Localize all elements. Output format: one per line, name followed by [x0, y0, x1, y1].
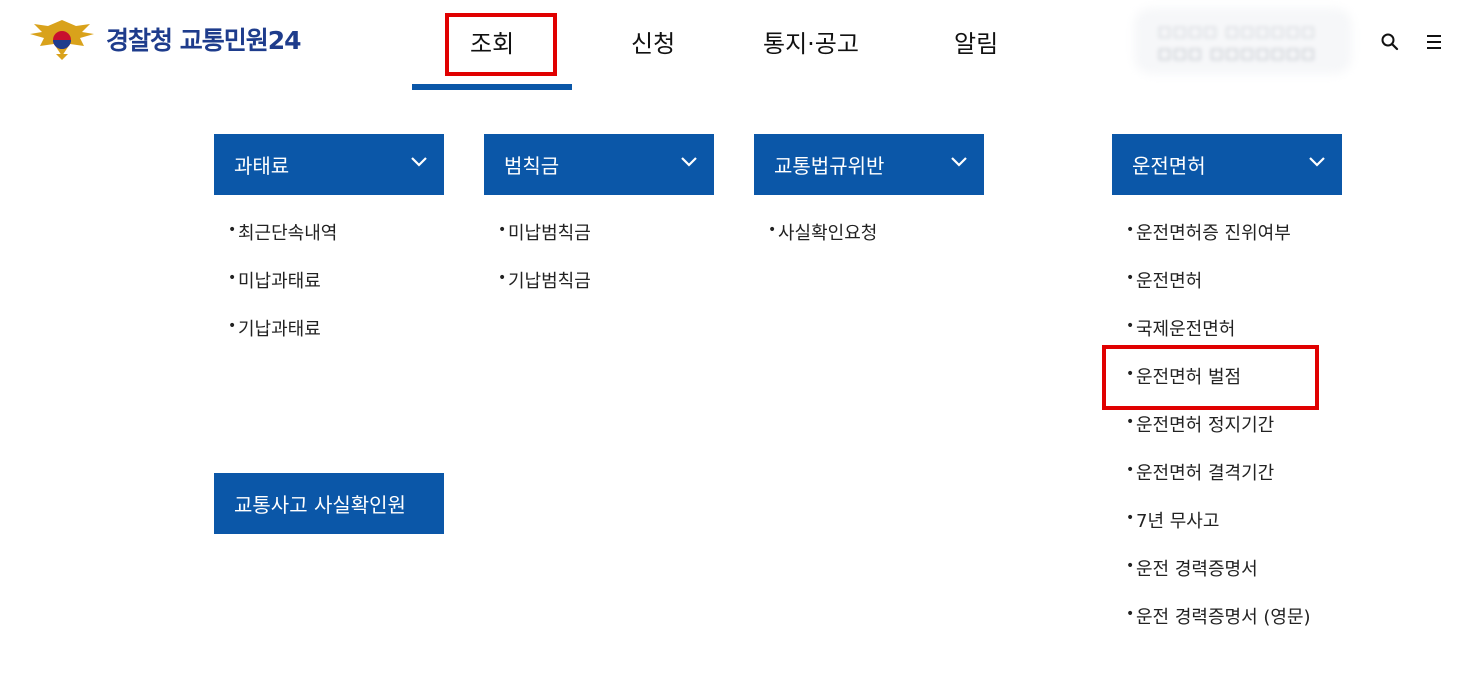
- nav-item-inquiry[interactable]: 조회: [470, 24, 514, 59]
- menu-item-driver-license[interactable]: • 운전면허: [1112, 267, 1372, 315]
- menu-item-license-suspension-period[interactable]: • 운전면허 정지기간: [1112, 411, 1372, 459]
- menu-item-paid-fines[interactable]: • 기납과태료: [214, 315, 474, 363]
- menu-item-license-authenticity[interactable]: • 운전면허증 진위여부: [1112, 219, 1372, 267]
- category-license-header[interactable]: 운전면허: [1112, 134, 1342, 195]
- menu-item-seven-year-no-accident[interactable]: • 7년 무사고: [1112, 507, 1372, 555]
- category-penalty-header[interactable]: 범칙금: [484, 134, 714, 195]
- category-fine-header[interactable]: 과태료: [214, 134, 444, 195]
- search-icon[interactable]: [1380, 32, 1400, 52]
- nav-item-apply[interactable]: 신청: [631, 24, 675, 59]
- user-info-line2: □□□ □□□□□□□: [1158, 46, 1317, 62]
- category-license-list: • 운전면허증 진위여부 • 운전면허 • 국제운전면허 • 운전면허 벌점 • 운전면허…: [1112, 219, 1372, 651]
- police-emblem-icon: [30, 20, 94, 60]
- category-violation-title: 교통법규위반: [774, 154, 885, 178]
- chevron-down-icon: [951, 157, 967, 167]
- menu-item-unpaid-fines[interactable]: • 미납과태료: [214, 267, 474, 315]
- menu-item-paid-penalty[interactable]: • 기납범칙금: [484, 267, 744, 315]
- category-fine-title: 과태료: [234, 154, 290, 178]
- menu-item-fact-check-request[interactable]: • 사실확인요청: [754, 219, 1014, 267]
- menu-item-unpaid-penalty[interactable]: • 미납범칙금: [484, 219, 744, 267]
- category-penalty-list: • 미납범칙금 • 기납범칙금: [484, 219, 744, 315]
- chevron-down-icon: [681, 157, 697, 167]
- user-info-blurred[interactable]: □□□□ □□□□□□ □□□ □□□□□□□: [1140, 14, 1346, 68]
- site-header: 경찰청 교통민원24 조회 신청 통지·공고 알림 □□□□ □□□□□□ □□…: [0, 0, 1472, 92]
- active-nav-underline: [412, 84, 572, 90]
- category-fine-list: • 최근단속내역 • 미납과태료 • 기납과태료: [214, 219, 474, 363]
- menu-item-driving-career-certificate-english[interactable]: • 운전 경력증명서 (영문): [1112, 603, 1372, 651]
- user-info-line1: □□□□ □□□□□□: [1158, 24, 1317, 40]
- menu-item-driving-career-certificate[interactable]: • 운전 경력증명서: [1112, 555, 1372, 603]
- menu-item-recent-violations[interactable]: • 최근단속내역: [214, 219, 474, 267]
- category-license-title: 운전면허: [1132, 154, 1206, 178]
- category-violation-list: • 사실확인요청: [754, 219, 1014, 267]
- site-logo[interactable]: 경찰청 교통민원24: [26, 16, 301, 62]
- category-accident-header[interactable]: 교통사고 사실확인원: [214, 473, 444, 534]
- site-logo-text: 경찰청 교통민원24: [106, 26, 301, 55]
- menu-item-license-disqualification-period[interactable]: • 운전면허 결격기간: [1112, 459, 1372, 507]
- category-penalty-title: 범칙금: [504, 154, 560, 178]
- chevron-down-icon: [411, 157, 427, 167]
- nav-item-alerts[interactable]: 알림: [954, 24, 998, 59]
- nav-item-notice[interactable]: 통지·공고: [763, 24, 859, 59]
- category-violation-header[interactable]: 교통법규위반: [754, 134, 984, 195]
- chevron-down-icon: [1309, 157, 1325, 167]
- menu-item-international-license[interactable]: • 국제운전면허: [1112, 315, 1372, 363]
- category-accident-title: 교통사고 사실확인원: [234, 493, 406, 517]
- hamburger-menu-icon[interactable]: [1424, 32, 1444, 52]
- menu-item-license-penalty-points[interactable]: • 운전면허 벌점: [1112, 363, 1372, 411]
